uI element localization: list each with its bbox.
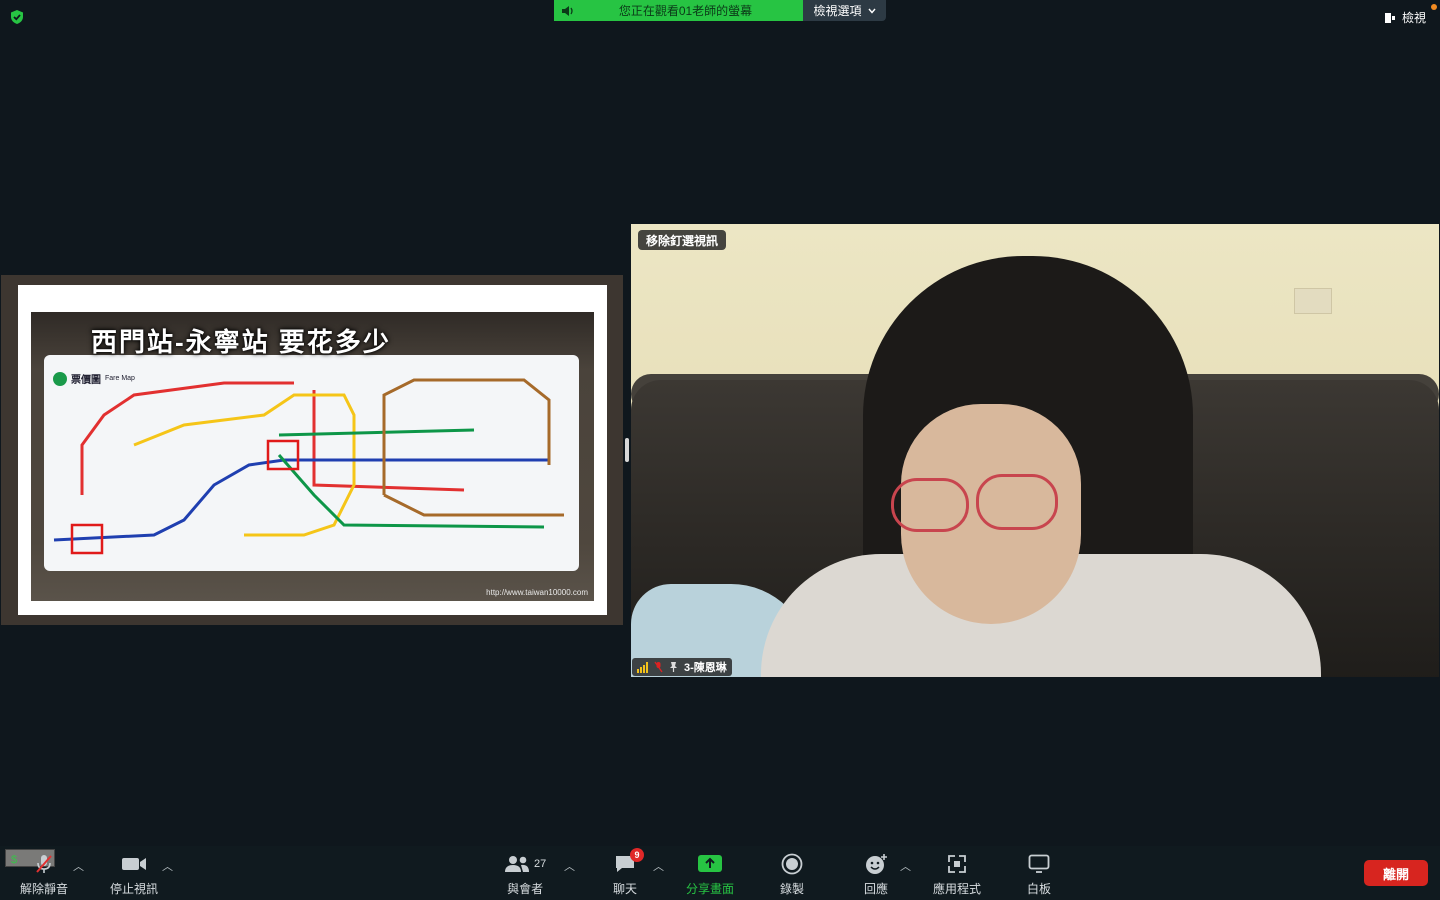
speaker-icon[interactable]	[554, 5, 582, 17]
stop-video-label: 停止視訊	[110, 882, 159, 896]
participant-name-tag: 3-陳恩琳	[632, 658, 732, 676]
view-layout-label: 檢視	[1401, 11, 1426, 25]
slide: 票價圖 Fare Map 西門站-永寧站 要花多少 http://www.tai…	[18, 285, 607, 615]
signal-strength-icon	[637, 661, 648, 673]
pinned-video-tile[interactable]: 移除釘選視訊 3-陳恩琳	[631, 224, 1439, 677]
share-screen-button[interactable]: 分享畫面	[686, 852, 734, 897]
apps-label: 應用程式	[933, 882, 982, 896]
unmute-button[interactable]: 解除靜音	[20, 852, 68, 897]
share-screen-icon	[698, 855, 722, 872]
stop-video-button[interactable]: 停止視訊	[110, 852, 158, 897]
chevron-down-icon	[867, 8, 876, 14]
wall-switch	[1294, 288, 1332, 314]
audio-options-caret[interactable]: ︿	[73, 858, 84, 874]
record-label: 錄製	[780, 882, 805, 896]
muted-mic-icon	[654, 661, 663, 673]
meeting-toolbar: $ 解除靜音 ︿ 停止視訊 ︿ 27 與會者 ︿ 9 聊天 ︿ 分享畫面 錄製 …	[0, 846, 1440, 900]
metro-lines-diagram	[53, 378, 564, 555]
chat-options-caret[interactable]: ︿	[653, 858, 664, 874]
participants-options-caret[interactable]: ︿	[564, 858, 575, 874]
security-shield-icon[interactable]	[9, 9, 25, 25]
share-screen-label: 分享畫面	[686, 882, 735, 896]
unpin-video-button[interactable]: 移除釘選視訊	[638, 230, 727, 250]
watermark: http://www.taiwan10000.com	[486, 588, 588, 597]
chat-unread-badge: 9	[630, 848, 644, 862]
record-button[interactable]: 錄製	[780, 852, 804, 897]
layout-icon	[1384, 12, 1395, 23]
slide-title: 西門站-永寧站 要花多少	[91, 327, 391, 357]
participants-button[interactable]: 27 與會者	[504, 852, 546, 897]
view-options-label: 檢視選項	[813, 4, 862, 18]
whiteboard-label: 白板	[1027, 882, 1052, 896]
fare-map: 票價圖 Fare Map	[44, 355, 579, 571]
reactions-options-caret[interactable]: ︿	[900, 858, 911, 874]
pin-icon	[670, 662, 677, 672]
glasses-left	[891, 478, 969, 532]
video-options-caret[interactable]: ︿	[162, 858, 173, 874]
apps-button[interactable]: 應用程式	[933, 852, 981, 897]
view-options-button[interactable]: 檢視選項	[803, 0, 886, 21]
slide-photo: 票價圖 Fare Map 西門站-永寧站 要花多少 http://www.tai…	[31, 312, 594, 601]
meeting-window: 您正在觀看01老師的螢幕 檢視選項 檢視 票價圖 Fare Map 西門站-永寧…	[0, 0, 1440, 900]
record-icon	[781, 853, 803, 875]
dollar-icon: $	[11, 854, 18, 866]
leave-button[interactable]: 離開	[1364, 860, 1428, 886]
chat-button[interactable]: 9 聊天	[613, 848, 644, 897]
participant-name: 3-陳恩琳	[684, 662, 727, 674]
muted-microphone-icon	[36, 855, 52, 873]
unmute-label: 解除靜音	[20, 882, 69, 896]
participants-count: 27	[534, 858, 547, 870]
video-camera-icon	[122, 858, 146, 870]
apps-icon	[948, 855, 966, 873]
split-divider-handle[interactable]	[625, 438, 629, 462]
shared-screen: 票價圖 Fare Map 西門站-永寧站 要花多少 http://www.tai…	[1, 275, 623, 625]
notification-dot	[1431, 4, 1437, 10]
whiteboard-icon	[1028, 854, 1050, 873]
participants-label: 與會者	[507, 882, 544, 896]
chat-label: 聊天	[613, 882, 638, 896]
whiteboard-button[interactable]: 白板	[1027, 852, 1051, 897]
smiley-plus-icon	[866, 854, 887, 874]
view-layout-button[interactable]: 檢視	[1384, 9, 1426, 26]
share-banner-text: 您正在觀看01老師的螢幕	[618, 4, 753, 18]
reactions-label: 回應	[864, 882, 889, 896]
reactions-button[interactable]: 回應	[864, 852, 888, 897]
screen-share-banner: 您正在觀看01老師的螢幕	[554, 0, 803, 21]
glasses-right	[976, 474, 1058, 530]
participants-icon	[505, 856, 529, 872]
